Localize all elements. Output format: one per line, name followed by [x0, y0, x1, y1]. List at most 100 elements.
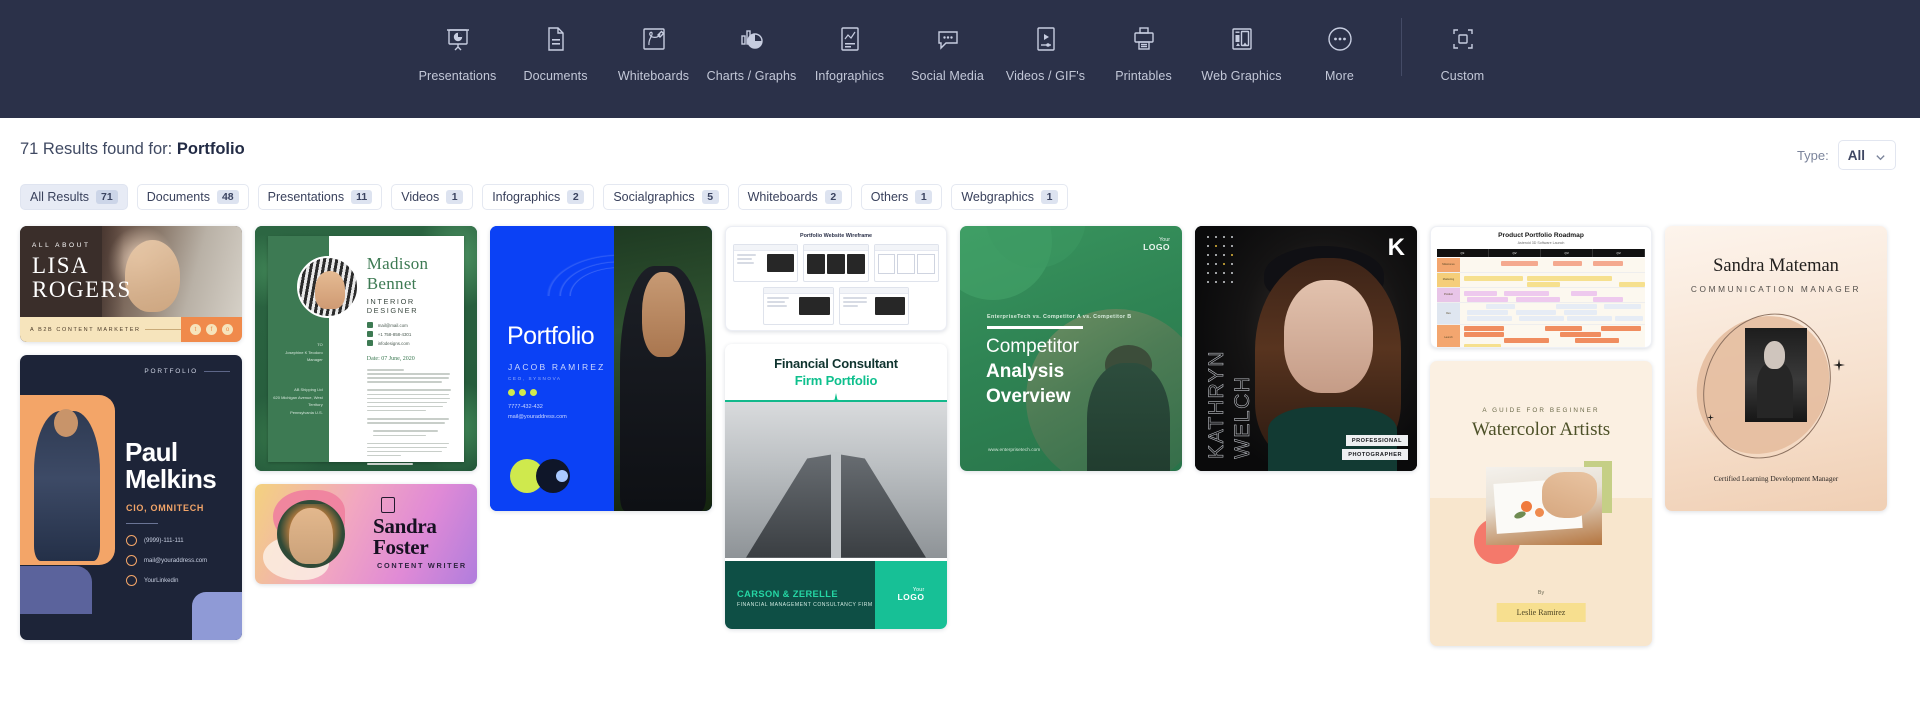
- template-card-paul-melkins[interactable]: PORTFOLIO Paul Melkins CIO, OMNITECH (99…: [20, 355, 242, 640]
- card-role: CEO, SYSNOVA: [508, 376, 562, 381]
- nav-item-presentations[interactable]: Presentations: [409, 18, 507, 83]
- frame-body: [764, 294, 833, 318]
- decor-shape: [510, 459, 574, 493]
- card-kicker: ALL ABOUT: [32, 242, 91, 249]
- logo-block: Your LOGO: [1143, 237, 1170, 252]
- card-by-label: By: [1537, 590, 1545, 596]
- decor-shape-1: [20, 566, 92, 614]
- nav-label: More: [1325, 69, 1354, 83]
- contact-email: mail@youraddress.com: [508, 414, 567, 421]
- social-icons: t f o: [181, 317, 242, 342]
- template-card-jacob-ramirez-portfolio[interactable]: Portfolio JACOB RAMIREZ CEO, SYSNOVA 777…: [490, 226, 712, 511]
- roadmap-rows: Milestones Marketing Product Dev Launch: [1437, 257, 1645, 347]
- results-count-label: 71 Results found for:: [20, 140, 173, 158]
- chip-label: All Results: [30, 190, 90, 204]
- nav-item-web-graphics[interactable]: Web Graphics: [1193, 18, 1291, 83]
- filter-chip-socialgraphics[interactable]: Socialgraphics 5: [603, 184, 729, 210]
- wireframe-frame: [873, 244, 939, 282]
- nav-item-custom[interactable]: Custom: [1414, 18, 1512, 83]
- roadmap-bar: [1571, 290, 1597, 296]
- type-filter-value: All: [1847, 147, 1865, 163]
- frame-body: [840, 294, 909, 318]
- frame-body: [804, 251, 867, 277]
- nav-label: Videos / GIF's: [1005, 69, 1086, 83]
- roadmap-bar: [1593, 296, 1623, 302]
- template-card-lisa-rogers[interactable]: ALL ABOUT LISA ROGERS A B2B CONTENT MARK…: [20, 226, 242, 342]
- filter-chip-others[interactable]: Others 1: [860, 184, 943, 210]
- card-title-line1: Competitor: [986, 336, 1079, 357]
- mail-icon: [366, 322, 373, 328]
- phone-icon: [126, 535, 137, 546]
- wireframe-frame: [803, 244, 869, 282]
- chip-count: 1: [915, 190, 933, 204]
- template-card-product-portfolio-roadmap[interactable]: Product Portfolio Roadmap Asteroid 3D So…: [1430, 226, 1652, 348]
- filter-chip-whiteboards[interactable]: Whiteboards 2: [737, 184, 852, 210]
- filter-chip-row: All Results 71 Documents 48 Presentation…: [0, 170, 1920, 210]
- roadmap-bar: [1556, 303, 1597, 309]
- nav-item-infographics[interactable]: Infographics: [801, 18, 899, 83]
- template-card-sandra-foster[interactable]: Sandra Foster CONTENT WRITER: [255, 484, 477, 584]
- filter-chip-presentations[interactable]: Presentations 11: [257, 184, 383, 210]
- type-filter-label: Type:: [1796, 147, 1829, 163]
- card-photo: [725, 401, 947, 558]
- template-card-portfolio-website-wireframe[interactable]: Portfolio Website Wireframe: [725, 226, 947, 331]
- nav-item-more[interactable]: More: [1291, 18, 1389, 83]
- template-card-watercolor-artists[interactable]: A GUIDE FOR BEGINNER Watercolor Artists …: [1430, 361, 1652, 646]
- template-card-financial-consultant[interactable]: Financial Consultant Firm Portfolio CARS…: [725, 344, 947, 629]
- wireframe-row-2: [733, 287, 939, 325]
- nav-item-social-media[interactable]: Social Media: [899, 18, 997, 83]
- text-line: [366, 377, 449, 379]
- card-photo: [614, 226, 712, 511]
- filter-chip-infographics[interactable]: Infographics 2: [482, 184, 595, 210]
- roadmap-row: Product: [1437, 287, 1645, 303]
- template-card-madison-bennet[interactable]: TO Josephine K Teodoro Manager AB Shipping…: [255, 226, 477, 471]
- quarter-label: Q2: [1489, 248, 1541, 257]
- roadmap-bar: [1604, 303, 1642, 309]
- type-filter-select[interactable]: All: [1837, 140, 1896, 170]
- roadmap-bar: [1559, 331, 1601, 337]
- filter-chip-documents[interactable]: Documents 48: [136, 184, 249, 210]
- nav-item-documents[interactable]: Documents: [507, 18, 605, 83]
- grid-column-7: Product Portfolio Roadmap Asteroid 3D So…: [1430, 226, 1652, 646]
- divider-line: [144, 329, 181, 330]
- card-author: Leslie Ramirez: [1496, 603, 1586, 622]
- pen-icon: [381, 497, 395, 513]
- roadmap-bar: [1574, 337, 1620, 343]
- nav-item-videos-gifs[interactable]: Videos / GIF's: [997, 18, 1095, 83]
- roadmap-bar: [1500, 260, 1538, 266]
- letter-body-lines: [366, 369, 452, 471]
- roadmap-track: [1460, 325, 1645, 347]
- template-card-competitor-analysis[interactable]: Your LOGO EnterpriseTech vs. Competitor …: [960, 226, 1182, 471]
- filter-chip-all-results[interactable]: All Results 71: [20, 184, 128, 210]
- grid-column-1: ALL ABOUT LISA ROGERS A B2B CONTENT MARK…: [20, 226, 242, 640]
- text-line: [366, 393, 450, 396]
- nav-divider: [1400, 18, 1402, 76]
- roadmap-bar: [1545, 325, 1583, 331]
- roadmap-row: Milestones: [1437, 257, 1645, 273]
- filter-chip-videos[interactable]: Videos 1: [391, 184, 474, 210]
- contact-email: mail@youraddress.com: [144, 557, 208, 564]
- filter-chip-webgraphics[interactable]: Webgraphics 1: [951, 184, 1069, 210]
- nav-item-whiteboards[interactable]: Whiteboards: [605, 18, 703, 83]
- card-page: TO Josephine K Teodoro Manager AB Shipping…: [268, 236, 464, 465]
- template-card-kathryn-welch[interactable]: K KATHRYN WELCH PROFESSIONAL PHOTOGRAPHE…: [1195, 226, 1417, 471]
- template-card-sandra-mateman[interactable]: Sandra Mateman COMMUNICATION MANAGER Cer…: [1665, 226, 1887, 511]
- decor-dot-grid: [1207, 236, 1239, 290]
- card-name: Madison Bennet: [366, 254, 429, 293]
- nav-item-charts-graphs[interactable]: Charts / Graphs: [703, 18, 801, 83]
- card-header: Financial Consultant Firm Portfolio: [725, 344, 947, 400]
- sparkle-icon-small: [1707, 408, 1714, 421]
- text-line: [366, 401, 447, 404]
- nav-item-printables[interactable]: Printables: [1095, 18, 1193, 83]
- wireframe-frame: [733, 244, 799, 282]
- roadmap-bar: [1615, 315, 1644, 321]
- custom-icon: [1442, 18, 1484, 60]
- card-tag-photographer: PHOTOGRAPHER: [1342, 449, 1408, 460]
- chip-label: Videos: [401, 190, 440, 204]
- contact-row-email: mail@mail.com: [366, 322, 452, 328]
- text-line: [366, 409, 427, 412]
- social-media-icon: [927, 18, 969, 60]
- whiteboard-icon: [633, 18, 675, 60]
- wireframe-row-1: [733, 244, 939, 282]
- card-footer-text: Certified Learning Development Manager: [1713, 474, 1839, 483]
